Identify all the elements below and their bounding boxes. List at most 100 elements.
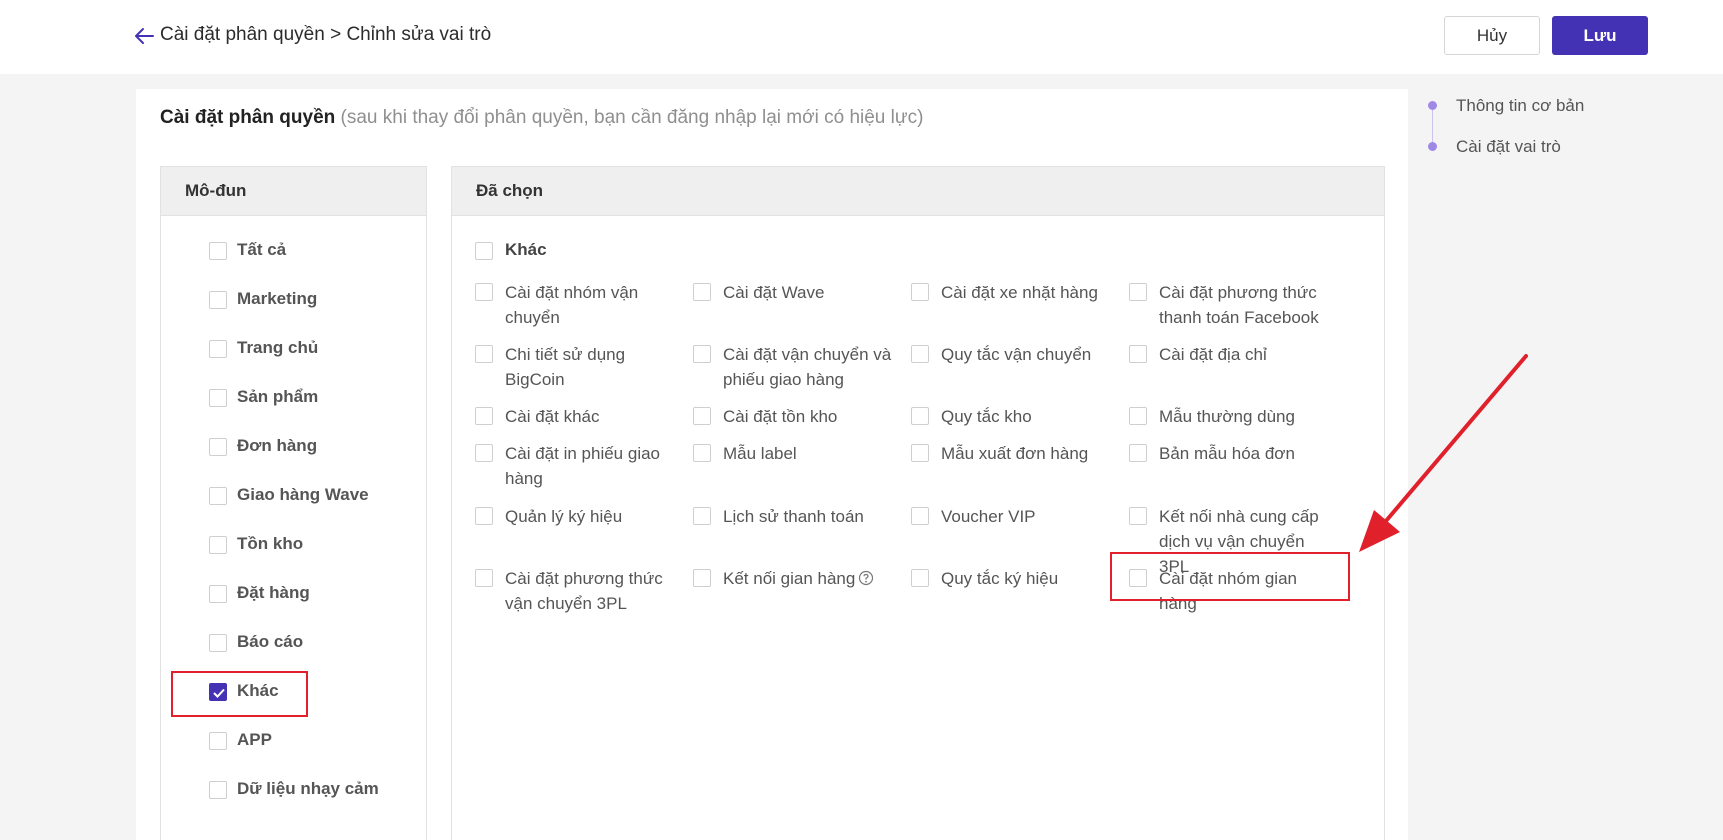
permission-label-text: Cài đặt vận chuyển và phiếu giao hàng — [723, 345, 892, 389]
permission-label-text: Lịch sử thanh toán — [723, 507, 864, 526]
module-label: Sản phẩm — [237, 387, 319, 406]
permission-label: Cài đặt khác — [505, 404, 680, 429]
permission-checkbox[interactable] — [911, 283, 929, 301]
permission-checkbox[interactable] — [911, 507, 929, 525]
permission-label: Lịch sử thanh toán — [723, 504, 898, 529]
permission-checkbox[interactable] — [1129, 283, 1147, 301]
permission-label-text: Mẫu thường dùng — [1159, 407, 1295, 426]
permission-label-text: Kết nối gian hàng — [723, 569, 856, 588]
module-checkbox[interactable] — [209, 585, 227, 603]
section-title-note: (sau khi thay đổi phân quyền, bạn cần đă… — [340, 107, 924, 128]
back-arrow-icon[interactable] — [133, 25, 155, 47]
permission-checkbox[interactable] — [475, 345, 493, 363]
permission-label-text: Cài đặt nhóm vận chuyển — [505, 283, 639, 327]
module-label: Tất cả — [237, 240, 287, 259]
module-checkbox[interactable] — [209, 732, 227, 750]
module-panel: Mô-đun Tất cả Marketing Trang chủ Sản phẩm Đ… — [160, 166, 427, 840]
step-dot — [1428, 142, 1437, 151]
section-title: Cài đặt phân quyền (sau khi thay đổi phâ… — [160, 107, 923, 129]
permission-checkbox[interactable] — [1129, 507, 1147, 525]
group-checkbox-khac[interactable] — [475, 242, 493, 260]
selected-panel-header: Đã chọn — [452, 167, 1384, 216]
permission-label-text: Quy tắc ký hiệu — [941, 569, 1059, 588]
permission-label-text: Cài đặt phương thức vận chuyển 3PL — [505, 569, 663, 613]
top-bar: Cài đặt phân quyền > Chỉnh sửa vai trò H… — [0, 0, 1723, 74]
permission-checkbox[interactable] — [693, 569, 711, 587]
step-role-settings[interactable]: Cài đặt vai trò — [1456, 137, 1561, 157]
steps-connector — [1432, 110, 1433, 146]
module-label: Giao hàng Wave — [237, 485, 369, 504]
permission-label-text: Cài đặt tồn kho — [723, 407, 838, 426]
permission-label: Cài đặt vận chuyển và phiếu giao hàng — [723, 342, 898, 392]
cancel-button[interactable]: Hủy — [1444, 16, 1540, 55]
permission-label-text: Voucher VIP — [941, 507, 1036, 526]
permission-checkbox[interactable] — [1129, 345, 1147, 363]
help-question-icon[interactable] — [858, 570, 874, 586]
permission-label-text: Mẫu xuất đơn hàng — [941, 444, 1089, 463]
module-label: Dữ liệu nhạy cảm — [237, 779, 379, 798]
permission-label: Cài đặt in phiếu giao hàng — [505, 441, 680, 491]
selected-panel: Đã chọn Khác Cài đặt nhóm vận chuyển Cài … — [451, 166, 1385, 840]
permission-label-text: Cài đặt xe nhặt hàng — [941, 283, 1098, 302]
permission-label-text: Cài đặt in phiếu giao hàng — [505, 444, 661, 488]
permission-label: Cài đặt phương thức vận chuyển 3PL — [505, 566, 680, 616]
permission-checkbox[interactable] — [693, 283, 711, 301]
permission-label-text: Chi tiết sử dụng BigCoin — [505, 345, 626, 389]
permission-checkbox[interactable] — [693, 507, 711, 525]
permission-label: Bản mẫu hóa đơn — [1159, 441, 1334, 466]
permission-label-text: Bản mẫu hóa đơn — [1159, 444, 1295, 463]
permission-label: Voucher VIP — [941, 504, 1116, 529]
module-checkbox[interactable] — [209, 242, 227, 260]
permission-checkbox[interactable] — [475, 283, 493, 301]
permission-label: Kết nối gian hàng — [723, 566, 898, 591]
permission-checkbox[interactable] — [911, 444, 929, 462]
permission-label-text: Quy tắc vận chuyển — [941, 345, 1092, 364]
permission-label: Cài đặt Wave — [723, 280, 898, 305]
permission-label: Quy tắc ký hiệu — [941, 566, 1116, 591]
permission-checkbox[interactable] — [475, 444, 493, 462]
permission-label: Cài đặt nhóm vận chuyển — [505, 280, 680, 330]
module-checkbox[interactable] — [209, 781, 227, 799]
permission-checkbox[interactable] — [693, 444, 711, 462]
module-label: Trang chủ — [237, 338, 319, 357]
permission-label: Cài đặt tồn kho — [723, 404, 898, 429]
permission-label: Quy tắc kho — [941, 404, 1116, 429]
highlight-box-store-group — [1110, 552, 1350, 601]
module-checkbox[interactable] — [209, 389, 227, 407]
permission-label: Quy tắc vận chuyển — [941, 342, 1116, 367]
module-checkbox[interactable] — [209, 536, 227, 554]
permission-checkbox[interactable] — [475, 569, 493, 587]
module-checkbox[interactable] — [209, 634, 227, 652]
annotation-arrow-icon — [1359, 354, 1528, 552]
permission-label-text: Quản lý ký hiệu — [505, 507, 623, 526]
module-checkbox[interactable] — [209, 438, 227, 456]
permission-label-text: Cài đặt địa chỉ — [1159, 345, 1267, 364]
module-checkbox[interactable] — [209, 487, 227, 505]
permission-checkbox[interactable] — [1129, 444, 1147, 462]
module-label: Đặt hàng — [237, 583, 310, 602]
permission-checkbox[interactable] — [1129, 407, 1147, 425]
breadcrumb: Cài đặt phân quyền > Chỉnh sửa vai trò — [160, 24, 492, 45]
permission-label-text: Quy tắc kho — [941, 407, 1032, 426]
permission-label: Chi tiết sử dụng BigCoin — [505, 342, 680, 392]
permission-label: Quản lý ký hiệu — [505, 504, 680, 529]
permission-checkbox[interactable] — [475, 507, 493, 525]
module-checkbox[interactable] — [209, 291, 227, 309]
module-label: Tồn kho — [237, 534, 304, 553]
section-title-main: Cài đặt phân quyền — [160, 107, 336, 128]
step-basic-info[interactable]: Thông tin cơ bản — [1456, 96, 1584, 116]
permission-checkbox[interactable] — [911, 345, 929, 363]
permission-label-text: Cài đặt khác — [505, 407, 600, 426]
permission-checkbox[interactable] — [911, 569, 929, 587]
permission-checkbox[interactable] — [693, 345, 711, 363]
permission-label-text: Cài đặt Wave — [723, 283, 825, 302]
module-panel-header: Mô-đun — [161, 167, 426, 216]
permission-checkbox[interactable] — [911, 407, 929, 425]
module-checkbox[interactable] — [209, 340, 227, 358]
module-label: APP — [237, 730, 272, 749]
module-label: Marketing — [237, 289, 318, 308]
permission-checkbox[interactable] — [475, 407, 493, 425]
permission-label: Mẫu thường dùng — [1159, 404, 1334, 429]
save-button[interactable]: Lưu — [1552, 16, 1648, 55]
permission-checkbox[interactable] — [693, 407, 711, 425]
